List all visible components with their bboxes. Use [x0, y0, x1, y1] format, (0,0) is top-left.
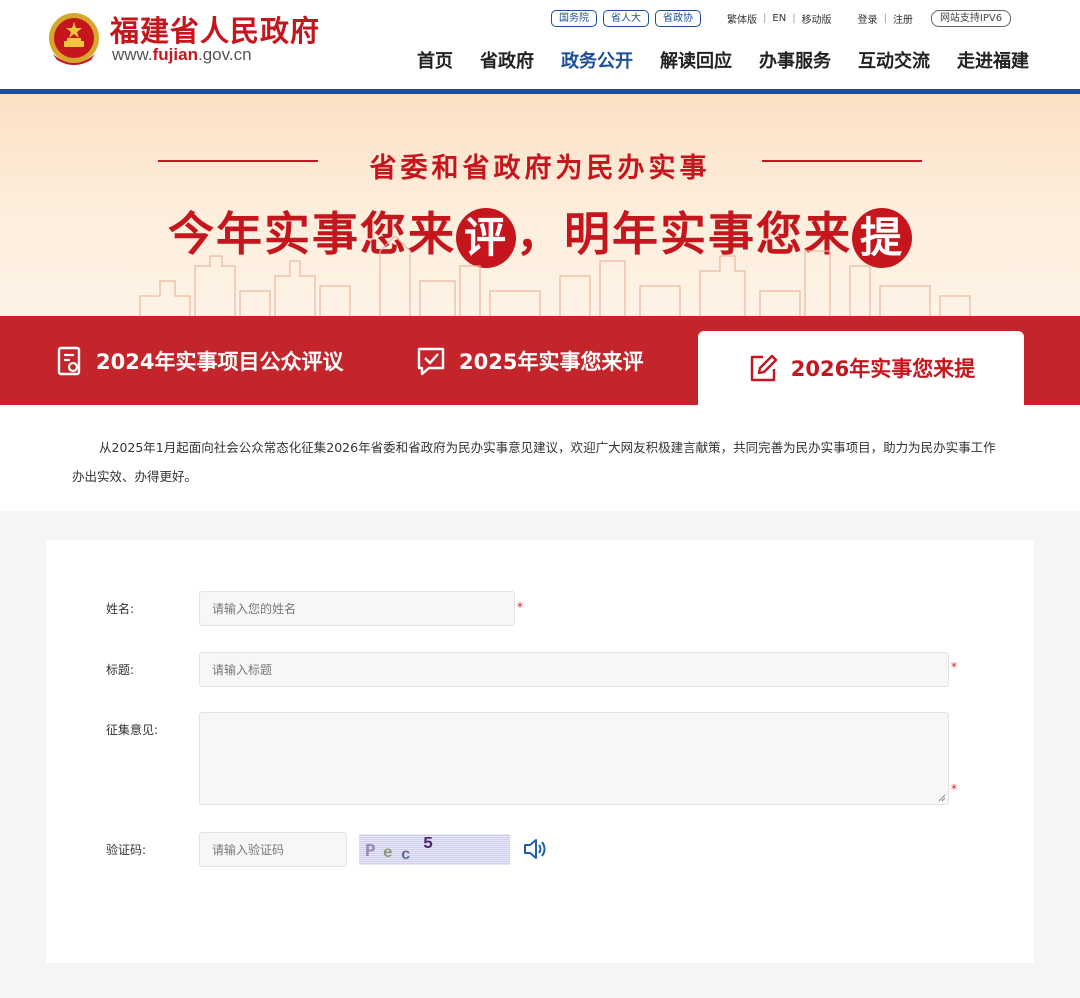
suggestion-form: 姓名: 请输入您的姓名 * 标题: 请输入标题 * 征集意见: * 验证码: 请… [46, 540, 1034, 963]
link-mobile[interactable]: 移动版 [802, 11, 832, 26]
main-nav: 首页 省政府 政务公开 解读回应 办事服务 互动交流 走进福建 [417, 47, 1029, 73]
tab-label: 2026年实事您来提 [790, 357, 976, 381]
site-url: www.fujian.gov.cn [112, 45, 252, 65]
document-eye-icon [57, 346, 81, 375]
city-skyline-graphic [139, 236, 971, 316]
link-traditional[interactable]: 繁体版 [727, 11, 757, 26]
ipv6-badge: 网站支持IPV6 [930, 9, 1012, 27]
required-mark: * [517, 600, 523, 614]
nav-interaction[interactable]: 互动交流 [858, 47, 930, 73]
nav-open-affairs[interactable]: 政务公开 [561, 47, 633, 73]
resize-handle-icon[interactable] [938, 794, 946, 802]
captcha-char: P [365, 842, 376, 862]
opinion-textarea[interactable] [199, 712, 949, 805]
tab-2025-evaluate[interactable]: 2025年实事您来评 [415, 316, 643, 405]
tab-2026-propose[interactable]: 2026年实事您来提 [698, 331, 1024, 405]
captcha-input[interactable]: 请输入验证码 [199, 832, 347, 867]
title-label: 标题: [106, 663, 135, 677]
banner: 省委和省政府为民办实事 今年实事您来评，明年实事您来提 [0, 94, 1080, 316]
banner-subtitle: 省委和省政府为民办实事 [369, 153, 711, 184]
nav-services[interactable]: 办事服务 [759, 47, 831, 73]
required-mark: * [951, 660, 957, 674]
nav-government[interactable]: 省政府 [480, 47, 534, 73]
captcha-label: 验证码: [106, 843, 147, 857]
chat-check-icon [417, 347, 445, 375]
site-header: 福建省人民政府 www.fujian.gov.cn 国务院 省人大 省政协 繁体… [0, 0, 1080, 89]
site-url-domain: fujian [152, 45, 198, 64]
link-provincial-congress[interactable]: 省人大 [603, 9, 649, 27]
login-link[interactable]: 登录 [858, 11, 878, 26]
tab-bar: 2024年实事项目公众评议 2025年实事您来评 2026年实事您来提 [0, 316, 1080, 405]
required-mark: * [951, 782, 957, 796]
top-links: 国务院 省人大 省政协 繁体版 | EN | 移动版 登录 | 注册 网站支持I… [551, 9, 1012, 27]
captcha-char: e [383, 844, 393, 862]
nav-interpretation[interactable]: 解读回应 [660, 47, 732, 73]
separator: | [763, 12, 767, 24]
captcha-char: c [401, 846, 411, 864]
site-url-suffix: .gov.cn [197, 45, 252, 64]
name-input[interactable]: 请输入您的姓名 [199, 591, 515, 626]
title-input[interactable]: 请输入标题 [199, 652, 949, 687]
speaker-icon[interactable] [522, 837, 548, 861]
national-emblem-icon[interactable] [45, 10, 103, 70]
captcha-char: 5 [423, 835, 434, 854]
site-title[interactable]: 福建省人民政府 [110, 8, 320, 50]
tab-label: 2025年实事您来评 [459, 349, 644, 374]
link-provincial-cppcc[interactable]: 省政协 [655, 9, 701, 27]
link-state-council[interactable]: 国务院 [551, 9, 597, 27]
register-link[interactable]: 注册 [893, 11, 913, 26]
separator: | [883, 12, 887, 24]
link-english[interactable]: EN [772, 13, 786, 24]
tab-label: 2024年实事项目公众评议 [96, 349, 344, 374]
nav-about-fujian[interactable]: 走进福建 [957, 47, 1029, 73]
nav-home[interactable]: 首页 [417, 47, 453, 73]
tab-2024-review[interactable]: 2024年实事项目公众评议 [56, 316, 343, 405]
site-url-prefix: www. [112, 45, 153, 64]
name-label: 姓名: [106, 602, 135, 616]
captcha-image[interactable]: P e c 5 [359, 834, 510, 865]
intro-text: 从2025年1月起面向社会公众常态化征集2026年省委和省政府为民办实事意见建议… [0, 405, 1080, 511]
opinion-label: 征集意见: [106, 723, 159, 737]
separator: | [792, 12, 796, 24]
edit-icon [750, 354, 777, 382]
